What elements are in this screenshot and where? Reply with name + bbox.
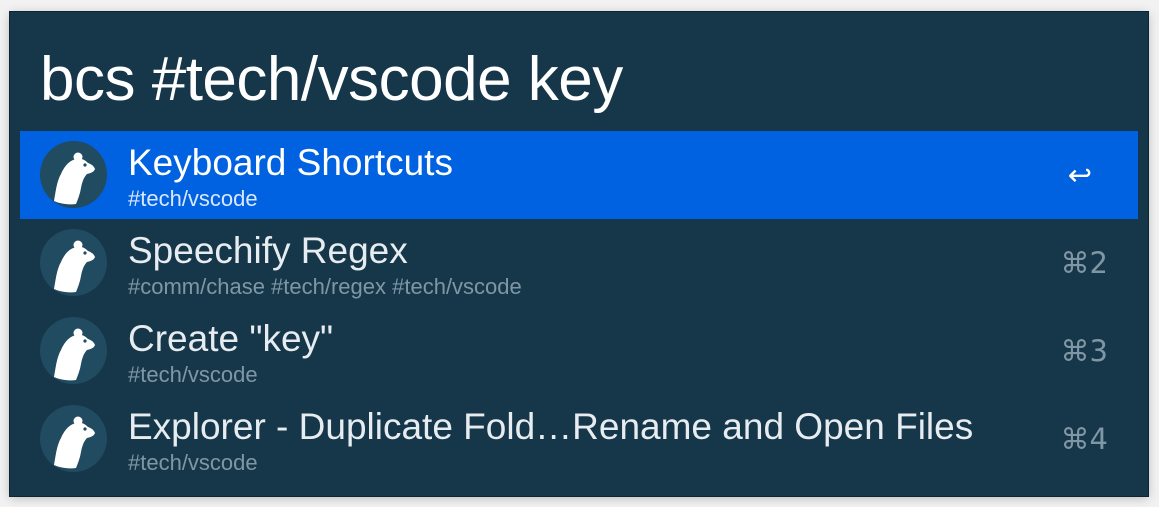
result-row[interactable]: Keyboard Shortcuts #tech/vscode ↩ xyxy=(20,131,1138,219)
result-title: Speechify Regex xyxy=(128,230,408,271)
command-shortcut: ⌘4 xyxy=(1060,422,1108,456)
bear-icon xyxy=(40,141,107,208)
result-title: Explorer - Duplicate Fold…Rename and Ope… xyxy=(128,406,974,447)
result-tags: #tech/vscode xyxy=(128,362,258,387)
launcher-window: bcs #tech/vscode key Keyboard Shortcuts … xyxy=(10,12,1148,496)
bear-icon xyxy=(40,317,107,384)
bear-icon xyxy=(40,405,107,472)
return-key-icon: ↩ xyxy=(1067,158,1092,192)
command-shortcut: ⌘3 xyxy=(1060,334,1108,368)
result-title: Create "key" xyxy=(128,318,334,359)
result-row[interactable]: Create "key" #tech/vscode ⌘3 xyxy=(20,307,1138,395)
result-tags: #comm/chase #tech/regex #tech/vscode xyxy=(128,274,522,299)
result-title: Keyboard Shortcuts xyxy=(128,142,453,183)
result-tags: #tech/vscode xyxy=(128,186,258,211)
search-query-field[interactable]: bcs #tech/vscode key xyxy=(40,40,623,120)
result-tags: #tech/vscode xyxy=(128,450,258,475)
result-row[interactable]: Speechify Regex #comm/chase #tech/regex … xyxy=(20,219,1138,307)
bear-icon xyxy=(40,229,107,296)
result-row[interactable]: Explorer - Duplicate Fold…Rename and Ope… xyxy=(20,395,1138,483)
command-shortcut: ⌘2 xyxy=(1060,246,1108,280)
results-list: Keyboard Shortcuts #tech/vscode ↩ Speech… xyxy=(20,131,1138,483)
